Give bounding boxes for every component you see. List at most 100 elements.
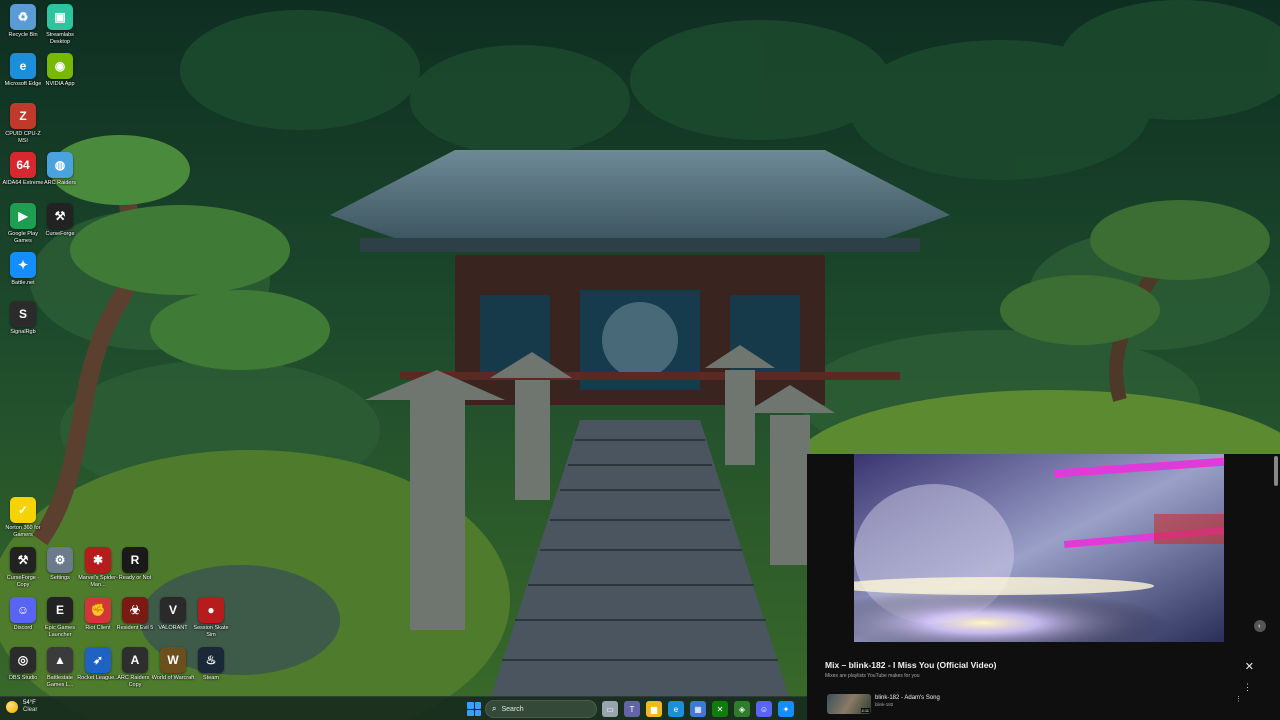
desktop-icon[interactable]: W World of Warcraft [152,647,194,682]
desktop-icon-label: NVIDIA App [45,81,75,87]
nvidia-icon: ◉ [47,53,73,79]
youtube-mini-player[interactable]: ◐ Mix – blink-182 - I Miss You (Official… [807,454,1280,720]
desktop-icon[interactable]: ⚒ CurseForge - Copy [4,547,42,588]
globe-icon: ◍ [47,152,73,178]
taskbar: 54°F Clear ⌕ Search ▭ T ▆ e ▦ ✕ ◈ ☺ ✦ [0,696,807,720]
desktop-icon[interactable]: ◍ ARC Raiders [41,152,79,187]
task-view-icon[interactable]: ▭ [602,701,618,717]
curseforge-icon: ⚒ [10,547,36,573]
valorant-icon: V [160,597,186,623]
teams-icon[interactable]: T [624,701,640,717]
desktop-icon[interactable]: ☺ Discord [4,597,42,632]
video-frame[interactable] [854,454,1224,642]
steam-icon: ♨ [198,647,224,673]
weather-condition: Clear [23,707,38,713]
desktop-icon-label: Norton 360 for Gamers [5,525,41,538]
rocket-league-icon: ➶ [85,647,111,673]
arc-raiders-icon: A [122,647,148,673]
edge-icon[interactable]: e [668,701,684,717]
desktop-icon[interactable]: ● Session Skate Sim [192,597,230,638]
xbox-game-bar-icon[interactable]: ◈ [734,701,750,717]
xbox-icon[interactable]: ✕ [712,701,728,717]
desktop-icon[interactable]: ⚙ Settings [41,547,79,582]
queue-duration: 4:11 [860,708,870,713]
scrollbar[interactable] [1274,456,1278,486]
video-content [854,454,1224,642]
desktop-icon[interactable]: ▣ Streamlabs Desktop [41,4,79,45]
battlenet-icon[interactable]: ✦ [778,701,794,717]
queue-more-icon[interactable]: ⋮ [1235,695,1242,703]
queue-channel: blink-182 [875,702,894,707]
queue-title: blink-182 - Adam's Song [875,695,940,701]
desktop-icon[interactable]: ♻ Recycle Bin [4,4,42,39]
queue-item[interactable]: 4:11 blink-182 - Adam's Song blink-182 ⋮ [827,694,1247,720]
resident-evil-icon: ☣ [122,597,148,623]
desktop-icon[interactable]: A ARC Raiders - Copy [116,647,154,688]
spiderman-icon: ✱ [85,547,111,573]
desktop-icon[interactable]: E Epic Games Launcher [41,597,79,638]
gear-icon: ⚙ [47,547,73,573]
desktop-icon-label: CurseForge [45,231,75,237]
desktop-icon[interactable]: e Microsoft Edge [4,53,42,88]
aida64-icon: 64 [10,152,36,178]
video-title: Mix – blink-182 - I Miss You (Official V… [825,660,997,670]
sun-icon [6,701,18,713]
weather-widget[interactable]: 54°F Clear [6,700,37,714]
desktop-icon[interactable]: ⚒ CurseForge [41,203,79,238]
google-play-icon: ▶ [10,203,36,229]
desktop-icon[interactable]: ♨ Steam [192,647,230,682]
desktop-icon-label: Streamlabs Desktop [46,32,74,45]
wow-icon: W [160,647,186,673]
close-player-button[interactable]: ✕ [1245,662,1254,673]
discord-icon: ☺ [10,597,36,623]
more-options-icon[interactable]: ⋮ [1243,683,1252,692]
weather-temperature: 54°F [23,700,36,706]
riot-icon: ✊ [85,597,111,623]
battlestate-icon: ▲ [47,647,73,673]
desktop-icon[interactable]: V VALORANT [154,597,192,632]
norton-icon: ✓ [10,497,36,523]
desktop-icon[interactable]: R Ready or Not [116,547,154,582]
signalrgb-icon: S [10,301,36,327]
desktop-icon-label: CPUID CPU-Z MSI [5,131,41,144]
desktop-icon[interactable]: ◉ NVIDIA App [41,53,79,88]
desktop-icon[interactable]: ✦ Battle.net [4,252,42,287]
desktop-icon[interactable]: S SignalRgb [4,301,42,336]
desktop-icon[interactable]: ◎ OBS Studio [4,647,42,682]
desktop-icon[interactable]: ✱ Marvel's Spider-Man... [78,547,118,588]
desktop-icon[interactable]: ☣ Resident Evil 5 [116,597,154,632]
streamlabs-icon: ▣ [47,4,73,30]
session-icon: ● [198,597,224,623]
desktop-icon[interactable]: ▲ Battlestate Games L... [41,647,79,688]
start-button[interactable] [467,702,481,716]
desktop-icon-label: Session Skate Sim [193,625,229,638]
search-icon: ⌕ [492,704,497,713]
taskbar-search[interactable]: ⌕ Search [485,700,597,718]
queue-thumbnail[interactable]: 4:11 [827,694,871,714]
edge-icon: e [10,53,36,79]
desktop-icon-label: Battle.net [11,280,35,286]
store-icon[interactable]: ▦ [690,701,706,717]
desktop-icon-label: ARC Raiders [43,180,77,186]
recycle-bin-icon: ♻ [10,4,36,30]
mix-description: Mixes are playlists YouTube makes for yo… [825,673,920,679]
desktop-icon[interactable]: ✊ Riot Client [79,597,117,632]
discord-icon[interactable]: ☺ [756,701,772,717]
hide-player-icon[interactable]: ◐ [1254,620,1266,632]
desktop-icon[interactable]: ✓ Norton 360 for Gamers [4,497,42,538]
curseforge-icon: ⚒ [47,203,73,229]
desktop-icon-label: Ready or Not [118,575,152,581]
file-explorer-icon[interactable]: ▆ [646,701,662,717]
cpuz-icon: Z [10,103,36,129]
search-label: Search [501,705,524,713]
desktop-icon[interactable]: Z CPUID CPU-Z MSI [4,103,42,144]
epic-icon: E [47,597,73,623]
desktop-icon-label: Steam [203,675,219,681]
desktop-icon[interactable]: 64 AIDA64 Extreme [3,152,43,187]
obs-icon: ◎ [10,647,36,673]
battlenet-icon: ✦ [10,252,36,278]
desktop-icon[interactable]: ➶ Rocket League... [77,647,119,682]
ready-or-not-icon: R [122,547,148,573]
desktop-icon[interactable]: ▶ Google Play Games [4,203,42,244]
desktop-icon-label: SignalRgb [10,329,36,335]
